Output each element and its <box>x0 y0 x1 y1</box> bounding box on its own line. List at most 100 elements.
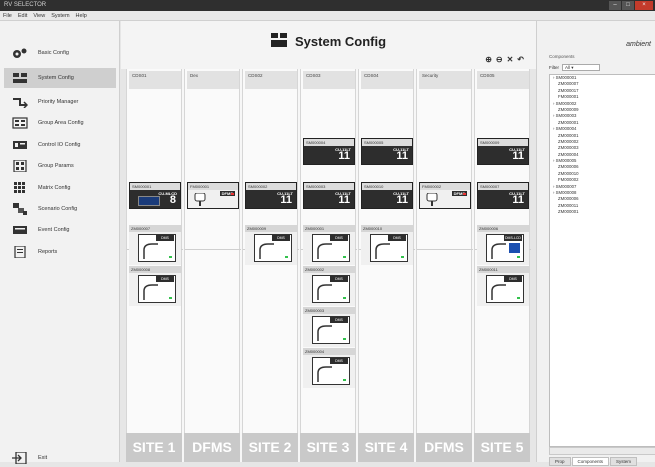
filter-label: Filter <box>549 64 559 70</box>
dms-unit[interactable]: ZM000004 DMS <box>303 348 355 388</box>
dms-unit[interactable]: ZM000011 DMS <box>477 266 529 306</box>
undo-icon[interactable]: ↶ <box>517 55 524 64</box>
column-name: CDS02 <box>248 73 263 78</box>
sidebar-item-group-area-config[interactable]: Group Area Config <box>4 113 116 133</box>
control-unit[interactable]: SM000004 CU-11LT 11 <box>303 138 355 165</box>
dms-box: DMS <box>312 316 350 344</box>
dms-unit[interactable]: ZM000002 DMS <box>303 266 355 306</box>
gooseneck-mic-icon <box>142 283 164 306</box>
column-header[interactable]: CDS03 <box>303 71 355 89</box>
device-count: 11 <box>338 150 350 162</box>
menu-view[interactable]: View <box>33 11 45 20</box>
zoom-out-icon[interactable]: ⊖ <box>496 55 503 64</box>
dms-unit[interactable]: ZM000010 DMS <box>361 225 413 265</box>
sidebar: Basic Config System Config Priority Mana… <box>0 21 120 464</box>
sidebar-item-group-params[interactable]: Group Params <box>4 156 116 176</box>
sidebar-item-reports[interactable]: Reports <box>4 242 116 262</box>
dms-unit[interactable]: ZM000009 DMS <box>245 225 297 265</box>
device-id: ZM000004 <box>303 348 355 355</box>
device-model: DMS <box>272 235 290 241</box>
dfms-unit[interactable]: FM000002 DFMS <box>419 182 471 209</box>
column-1: CDS01 SM000001 CU-MLCD 8 ZM000007 DMS ZM000008… <box>126 69 183 462</box>
dms-unit[interactable]: ZM000006 DMS-LCD <box>477 225 529 265</box>
matrix-icon <box>12 182 28 194</box>
sidebar-item-scenario-config[interactable]: Scenario Config <box>4 199 116 219</box>
status-led <box>463 193 466 195</box>
priority-icon <box>12 96 28 108</box>
device-count: 11 <box>512 194 524 206</box>
sidebar-item-label: Control IO Config <box>38 142 81 148</box>
menu-help[interactable]: Help <box>76 11 87 20</box>
status-led <box>343 379 346 381</box>
dms-unit[interactable]: ZM000001 DMS <box>303 225 355 265</box>
column-name: Dex <box>190 73 199 78</box>
device-count: 11 <box>396 150 408 162</box>
components-list[interactable]: › SM000001 ZM000007 ZM000017 FM000001 › SM00… <box>549 74 655 447</box>
close-button[interactable]: × <box>635 1 653 10</box>
reports-icon <box>12 246 28 258</box>
device-id: FM000001 <box>188 183 238 190</box>
column-header[interactable]: CDS05 <box>477 71 529 89</box>
column-header[interactable]: CDS02 <box>245 71 297 89</box>
device-id: ZM000006 <box>477 225 529 232</box>
control-unit[interactable]: SM000001 CU-MLCD 8 <box>129 182 181 209</box>
gooseneck-mic-icon <box>316 365 338 388</box>
control-unit[interactable]: SM000005 CU-11LT 11 <box>361 138 413 165</box>
control-unit[interactable]: SM000009 CU-11LT 11 <box>477 138 529 165</box>
column-7: CDS05 SM000009 CU-11LT 11 SM000007 CU-11LT 11 Z… <box>474 69 531 462</box>
column-5: CDS04 SM000005 CU-11LT 11 SM000010 CU-11LT 11 Z… <box>358 69 415 462</box>
horizontal-scrollbar[interactable] <box>549 447 655 455</box>
dfms-unit[interactable]: FM000001 DFMS <box>187 182 239 209</box>
sidebar-item-priority-manager[interactable]: Priority Manager <box>4 92 116 112</box>
dms-unit[interactable]: ZM000008 DMS <box>129 266 181 306</box>
maximize-button[interactable]: □ <box>622 1 634 10</box>
device-id: ZM000001 <box>303 225 355 232</box>
column-header[interactable]: CDS01 <box>129 71 181 89</box>
sidebar-item-event-config[interactable]: Event Config <box>4 220 116 240</box>
minimize-button[interactable]: – <box>609 1 621 10</box>
exit-button[interactable]: Exit <box>4 449 64 467</box>
sidebar-item-matrix-config[interactable]: Matrix Config <box>4 178 116 198</box>
gooseneck-mic-icon <box>374 242 396 265</box>
column-header[interactable]: CDS04 <box>361 71 413 89</box>
logo-text: ambient <box>626 41 651 48</box>
group-params-icon <box>12 160 28 172</box>
lcd-screen-icon <box>138 196 160 206</box>
menu-edit[interactable]: Edit <box>18 11 27 20</box>
menu-bar: File Edit View System Help <box>0 11 655 21</box>
sidebar-item-label: Priority Manager <box>38 99 79 105</box>
sidebar-item-control-io-config[interactable]: Control IO Config <box>4 135 116 155</box>
control-io-icon <box>12 139 28 151</box>
site-label: DFMS <box>416 433 472 462</box>
device-id: SM000002 <box>246 183 296 190</box>
status-led <box>343 256 346 258</box>
status-led <box>517 297 520 299</box>
control-unit[interactable]: SM000003 CU-11LT 11 <box>303 182 355 209</box>
system-config-icon <box>271 33 287 50</box>
menu-system[interactable]: System <box>51 11 69 20</box>
sidebar-item-system-config[interactable]: System Config <box>4 68 116 88</box>
zoom-in-icon[interactable]: ⊕ <box>485 55 492 64</box>
gooseneck-mic-icon <box>316 324 338 347</box>
column-header[interactable]: Dex <box>187 71 239 89</box>
dms-unit[interactable]: ZM000007 DMS <box>129 225 181 265</box>
column-6: Security FM000002 DFMS <box>416 69 473 462</box>
delete-icon[interactable]: ✕ <box>507 55 514 64</box>
components-panel: ambient Components Filter All ▾ › SM0000… <box>536 21 655 466</box>
control-unit[interactable]: SM000007 CU-11LT 11 <box>477 182 529 209</box>
control-unit[interactable]: SM000010 CU-11LT 11 <box>361 182 413 209</box>
exit-label: Exit <box>38 455 48 461</box>
filter-select[interactable]: All ▾ <box>562 63 600 71</box>
device-id: SM000007 <box>478 183 528 190</box>
device-model: DMS <box>156 235 174 241</box>
device-id: SM000010 <box>362 183 412 190</box>
component-item[interactable]: ZM000001 <box>550 209 655 215</box>
control-unit[interactable]: SM000002 CU-11LT 11 <box>245 182 297 209</box>
column-header[interactable]: Security <box>419 71 471 89</box>
dms-unit[interactable]: ZM000003 DMS <box>303 307 355 347</box>
dms-box: DMS <box>312 234 350 262</box>
device-count: 11 <box>338 194 350 206</box>
device-model: DMS-LCD <box>504 235 522 241</box>
menu-file[interactable]: File <box>3 11 12 20</box>
sidebar-item-basic-config[interactable]: Basic Config <box>4 43 116 63</box>
